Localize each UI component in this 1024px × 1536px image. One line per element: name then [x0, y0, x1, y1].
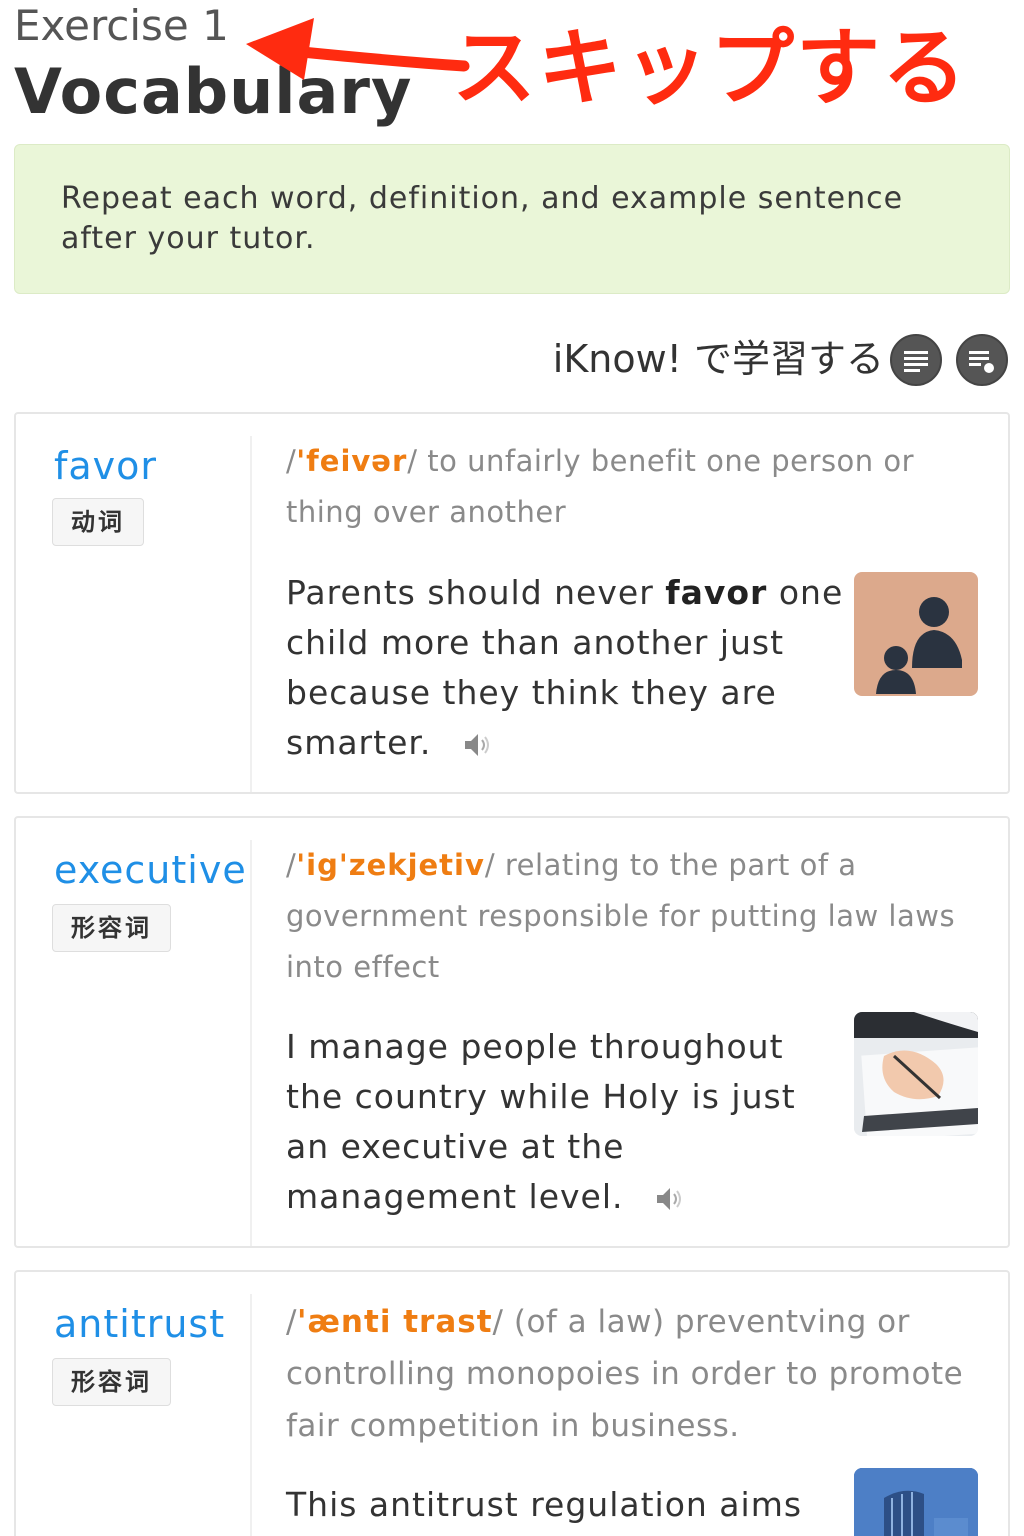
example-keyword: favor [665, 573, 768, 612]
definition: /'ig'zekjetiv/ relating to the part of a… [286, 848, 956, 984]
vocab-word: executive [54, 848, 247, 892]
pronunciation: 'ig'zekjetiv [296, 848, 485, 882]
playlist-button[interactable] [956, 334, 1008, 386]
definition: /'feivər/ to unfairly benefit one person… [286, 444, 915, 529]
example-text: I manage people throughout the country w… [286, 1027, 796, 1216]
vocab-word: antitrust [54, 1302, 226, 1346]
example-image [854, 1468, 978, 1536]
speaker-icon[interactable] [461, 729, 493, 761]
example-image [854, 1012, 978, 1136]
list-icon [904, 351, 928, 372]
vocab-card-executive: executive 形容词 /'ig'zekjetiv/ relating to… [14, 816, 1010, 1248]
vocab-word: favor [54, 444, 158, 488]
annotation-text: スキップする [452, 19, 969, 117]
exercise-label: Exercise 1 [14, 1, 229, 50]
list-button[interactable] [890, 334, 942, 386]
card-divider [250, 840, 252, 1246]
instruction-text: Repeat each word, definition, and exampl… [61, 181, 904, 256]
example-sentence: This antitrust regulation aims [286, 1480, 846, 1530]
example-image [854, 572, 978, 696]
vocab-card-favor: favor 动词 /'feivər/ to unfairly benefit o… [14, 412, 1010, 794]
pronunciation: 'ænti trast [296, 1304, 493, 1340]
instruction-box: Repeat each word, definition, and exampl… [14, 144, 1010, 294]
playlist-icon [969, 351, 994, 373]
card-divider [250, 436, 252, 792]
iknow-study-link[interactable]: iKnow! で学習する [553, 334, 884, 384]
part-of-speech-badge: 形容词 [52, 1358, 171, 1406]
speaker-icon[interactable] [653, 1183, 685, 1215]
office-building-photo [854, 1468, 978, 1536]
example-text: Parents should never [286, 573, 666, 612]
vocab-card-antitrust: antitrust 形容词 /'ænti trast/ (of a law) p… [14, 1270, 1010, 1536]
adult-and-child-silhouette-icon [876, 597, 962, 694]
part-of-speech-badge: 动词 [52, 498, 144, 546]
part-of-speech-badge: 形容词 [52, 904, 171, 952]
card-divider [250, 1294, 252, 1536]
example-sentence: Parents should never favor one child mor… [286, 568, 846, 768]
iknow-toolbar: iKnow! で学習する [14, 320, 1010, 400]
example-text: This antitrust regulation aims [286, 1485, 803, 1524]
example-sentence: I manage people throughout the country w… [286, 1022, 846, 1222]
pronunciation: 'feivər [296, 444, 408, 478]
annotation-arrow-icon [246, 18, 470, 80]
definition: /'ænti trast/ (of a law) preventving or … [286, 1304, 964, 1444]
hand-writing-on-clipboard-photo [854, 1012, 978, 1136]
page-header: Exercise 1 Vocabulary スキップする [14, 0, 1010, 140]
